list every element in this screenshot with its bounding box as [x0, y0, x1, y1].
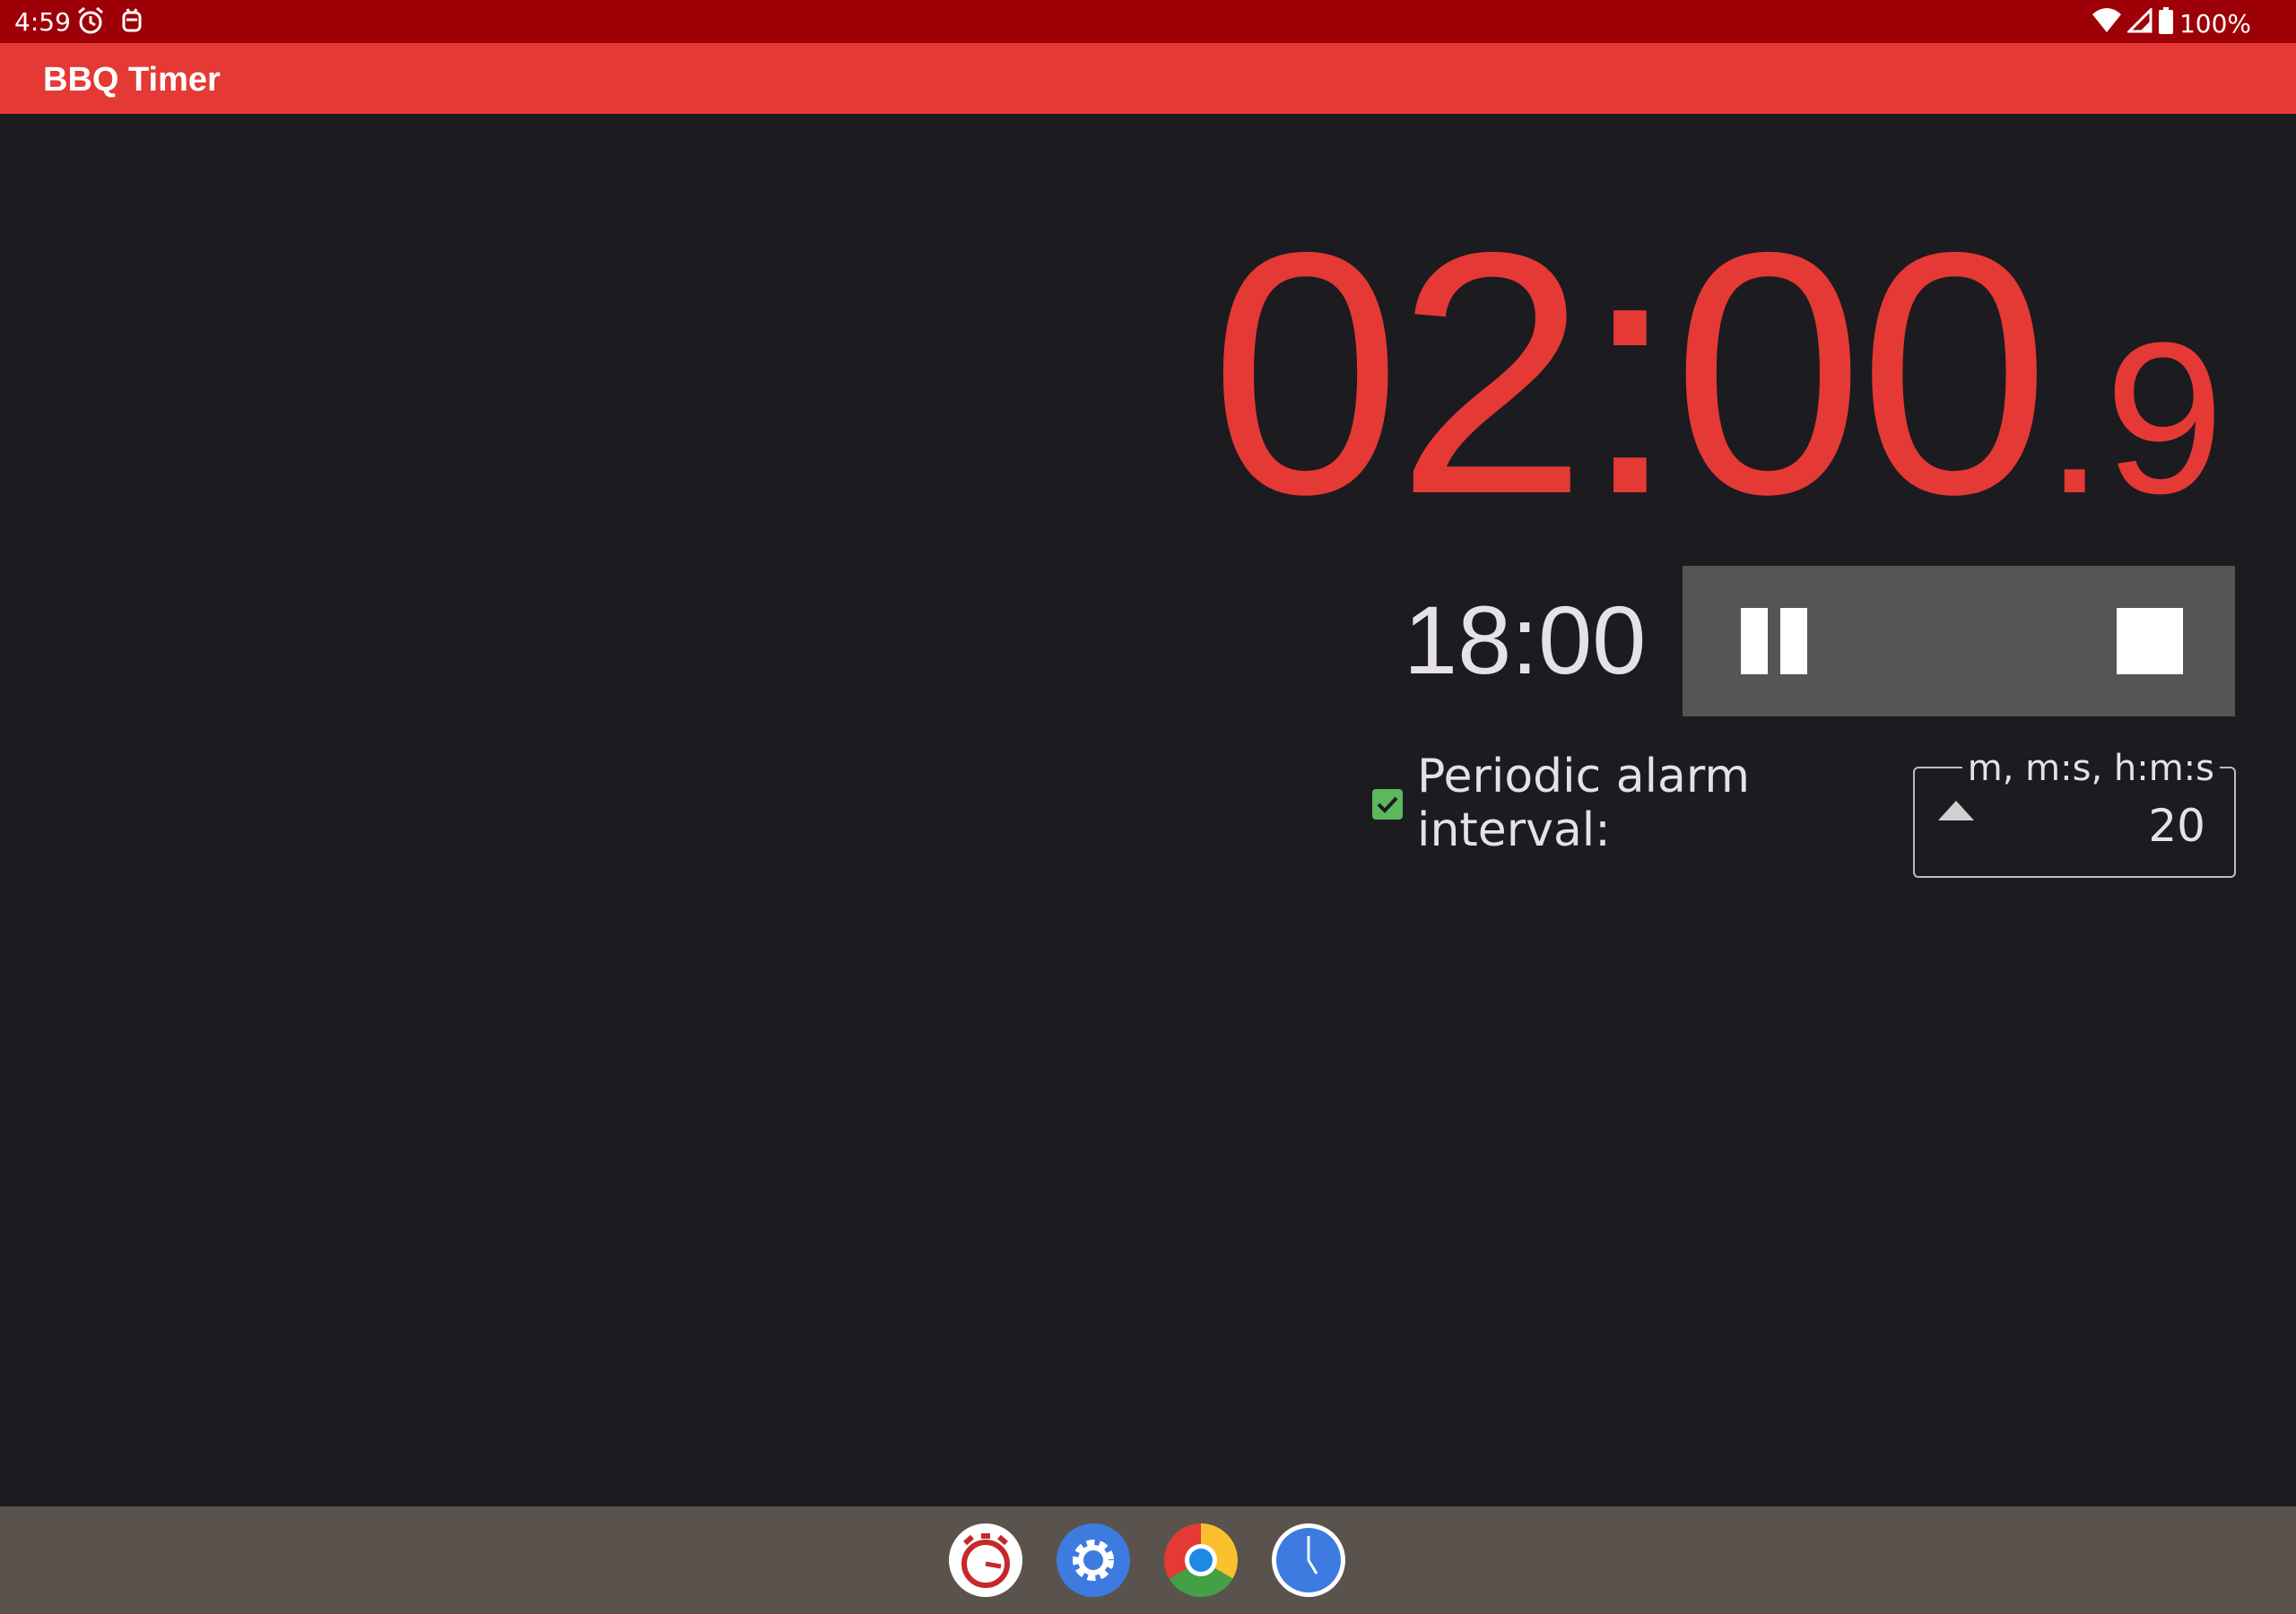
- countdown-tenths: .9: [2044, 298, 2224, 538]
- wifi-icon: [2092, 7, 2122, 40]
- countdown-display: 02:00.9: [1210, 202, 2224, 546]
- timer-controls: [1683, 566, 2235, 716]
- notification-icon: [118, 5, 145, 42]
- signal-icon: [2126, 6, 2152, 39]
- battery-percent: 100%: [2179, 9, 2251, 39]
- settings-app-icon[interactable]: [1057, 1523, 1130, 1597]
- periodic-alarm-checkbox[interactable]: [1372, 789, 1403, 820]
- app-title: BBQ Timer: [43, 61, 221, 99]
- battery-icon: [2158, 7, 2174, 40]
- periodic-alarm-label-line2: interval:: [1417, 803, 1611, 857]
- stop-button[interactable]: [2056, 566, 2235, 716]
- countdown-main: 02:00: [1209, 181, 2050, 566]
- checkmark-icon: [1377, 796, 1398, 813]
- status-right: 100%: [2092, 6, 2251, 40]
- periodic-alarm-label: Periodic alarm interval:: [1417, 750, 1758, 857]
- interval-input[interactable]: [2024, 799, 2207, 853]
- pause-button[interactable]: [1683, 566, 1862, 716]
- elapsed-time: 18:00: [1404, 586, 1647, 694]
- clock-app-icon[interactable]: [1272, 1523, 1345, 1597]
- bbq-timer-app-icon[interactable]: [949, 1523, 1022, 1597]
- stop-icon: [2117, 608, 2183, 674]
- taskbar: [0, 1506, 2296, 1614]
- interval-field-label: m, m:s, h:m:s: [1961, 749, 2220, 788]
- app-bar: BBQ Timer: [0, 43, 2296, 114]
- alarm-icon: [75, 5, 106, 42]
- status-bar: 4:59 100%: [0, 0, 2296, 43]
- status-time: 4:59: [14, 7, 71, 37]
- interval-up-arrow-icon[interactable]: [1938, 801, 1974, 820]
- chrome-app-icon[interactable]: [1164, 1523, 1238, 1597]
- interval-field[interactable]: m, m:s, h:m:s: [1913, 749, 2236, 878]
- periodic-alarm-label-line1: Periodic alarm: [1417, 750, 1751, 803]
